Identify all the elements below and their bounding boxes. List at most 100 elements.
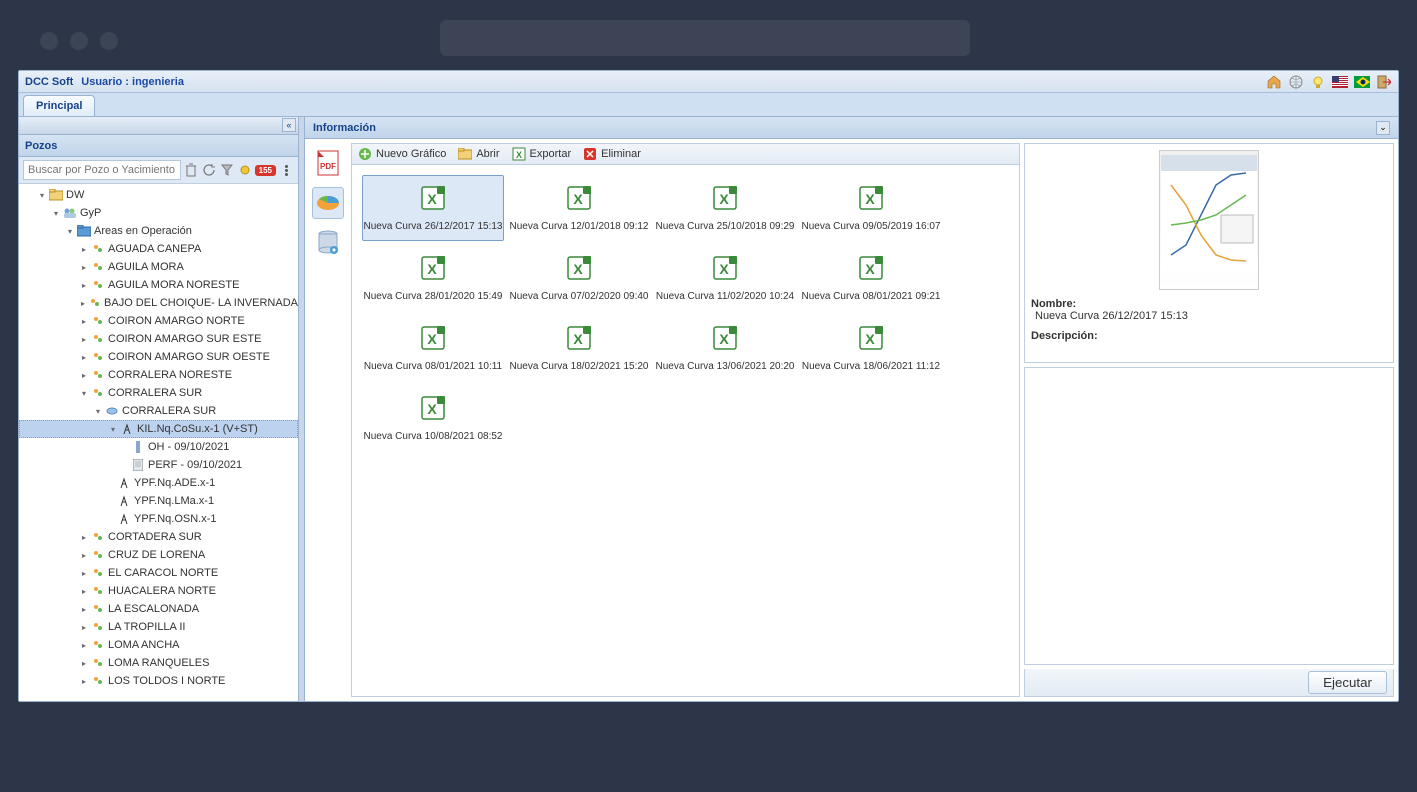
sidebar: « Pozos 155 ▾DW ▾GyP — [19, 117, 299, 701]
tree-label: AGUADA CANEPA — [108, 243, 201, 255]
descripcion-label: Descripción: — [1031, 330, 1387, 342]
file-label: Nueva Curva 10/08/2021 08:52 — [364, 431, 503, 442]
tree-well[interactable]: YPF.Nq.OSN.x-1 — [19, 510, 298, 528]
db-tool-button[interactable] — [312, 227, 344, 259]
tree-area-item[interactable]: ▸CRUZ DE LORENA — [19, 546, 298, 564]
tree-oh[interactable]: OH - 09/10/2021 — [19, 438, 298, 456]
file-item[interactable]: XNueva Curva 12/01/2018 09:12 — [508, 175, 650, 241]
tree-area-item[interactable]: ▸AGUADA CANEPA — [19, 240, 298, 258]
tree-area-item[interactable]: ▸LOMA ANCHA — [19, 636, 298, 654]
open-button[interactable]: Abrir — [458, 148, 499, 160]
area-icon — [91, 602, 105, 616]
tree-area-item[interactable]: ▸LOMA RANQUELES — [19, 654, 298, 672]
tab-bar: Principal — [19, 93, 1398, 117]
file-item[interactable]: XNueva Curva 08/01/2021 09:21 — [800, 245, 942, 311]
tree[interactable]: ▾ DW ▾GyP ▾Areas en Operación ▸AGUADA CAN… — [19, 184, 298, 701]
svg-text:X: X — [865, 191, 875, 207]
delete-button[interactable]: Eliminar — [583, 147, 641, 161]
more-icon[interactable] — [278, 162, 294, 178]
file-item[interactable]: X Nueva Curva 07/02/2020 09:40 — [508, 245, 650, 311]
tree-area-item[interactable]: ▸LA ESCALONADA — [19, 600, 298, 618]
tree-area-item[interactable]: ▸COIRON AMARGO SUR OESTE — [19, 348, 298, 366]
excel-icon: X — [419, 184, 447, 215]
flag-br-icon[interactable] — [1354, 74, 1370, 90]
tree-area-item[interactable]: ▾CORRALERA SUR — [19, 384, 298, 402]
tree-gyp[interactable]: ▾GyP — [19, 204, 298, 222]
expander-icon[interactable]: ▾ — [37, 190, 47, 200]
tree-perf[interactable]: PERF - 09/10/2021 — [19, 456, 298, 474]
excel-icon: X — [419, 324, 447, 355]
tree-area-item[interactable]: ▸CORTADERA SUR — [19, 528, 298, 546]
svg-text:X: X — [573, 261, 583, 277]
filter-icon[interactable] — [219, 162, 235, 178]
tree-area-item[interactable]: ▸CORRALERA NORESTE — [19, 366, 298, 384]
dot-icon[interactable] — [237, 162, 253, 178]
tree-root[interactable]: ▾ DW — [19, 186, 298, 204]
file-item[interactable]: XNueva Curva 18/02/2021 15:20 — [508, 315, 650, 381]
tree-area-item[interactable]: ▸HUACALERA NORTE — [19, 582, 298, 600]
file-label: Nueva Curva 18/06/2021 11:12 — [802, 361, 940, 372]
search-input[interactable] — [23, 160, 181, 180]
tree-label: BAJO DEL CHOIQUE- LA INVERNADA — [104, 297, 298, 309]
exit-icon[interactable] — [1376, 74, 1392, 90]
trash-icon[interactable] — [183, 162, 199, 178]
area-icon — [91, 332, 105, 346]
file-item[interactable]: XNueva Curva 10/08/2021 08:52 — [362, 385, 504, 451]
excel-icon: X — [857, 254, 885, 285]
area-icon — [91, 638, 105, 652]
excel-icon: X — [711, 184, 739, 215]
tree-area-item[interactable]: ▸BAJO DEL CHOIQUE- LA INVERNADA — [19, 294, 298, 312]
home-icon[interactable] — [1266, 74, 1282, 90]
svg-text:X: X — [719, 191, 729, 207]
collapse-sidebar-button[interactable]: « — [282, 118, 296, 132]
tree-well[interactable]: YPF.Nq.ADE.x-1 — [19, 474, 298, 492]
area-icon — [91, 620, 105, 634]
tree-area-item[interactable]: ▸AGUILA MORA NORESTE — [19, 276, 298, 294]
excel-icon: X — [857, 324, 885, 355]
chart-tool-button[interactable] — [312, 187, 344, 219]
area-icon — [89, 296, 101, 310]
globe-icon[interactable] — [1288, 74, 1304, 90]
area-icon — [91, 656, 105, 670]
tree-area-item[interactable]: ▸AGUILA MORA — [19, 258, 298, 276]
tree-well[interactable]: YPF.Nq.LMa.x-1 — [19, 492, 298, 510]
tree-area-item[interactable]: ▸LA TROPILLA II — [19, 618, 298, 636]
tree-label: KIL.Nq.CoSu.x-1 (V+ST) — [137, 423, 258, 435]
area-icon — [91, 530, 105, 544]
tree-area-item[interactable]: ▸EL CARACOL NORTE — [19, 564, 298, 582]
file-item[interactable]: XNueva Curva 25/10/2018 09:29 — [654, 175, 796, 241]
bulb-icon[interactable] — [1310, 74, 1326, 90]
tree-label: LOMA ANCHA — [108, 639, 180, 651]
area-icon — [91, 314, 105, 328]
file-label: Nueva Curva 13/06/2021 20:20 — [656, 361, 795, 372]
file-item[interactable]: XNueva Curva 26/12/2017 15:13 — [362, 175, 504, 241]
file-item[interactable]: X Nueva Curva 18/06/2021 11:12 — [800, 315, 942, 381]
tree-area-item[interactable]: ▸LOS TOLDOS I NORTE — [19, 672, 298, 690]
area-icon — [91, 242, 105, 256]
file-item[interactable]: XNueva Curva 13/06/2021 20:20 — [654, 315, 796, 381]
well-icon — [117, 494, 131, 508]
expand-button[interactable]: ⌄ — [1376, 121, 1390, 135]
group-icon — [63, 206, 77, 220]
tree-areas[interactable]: ▾Areas en Operación — [19, 222, 298, 240]
file-item[interactable]: XNueva Curva 09/05/2019 16:07 — [800, 175, 942, 241]
file-item[interactable]: XNueva Curva 08/01/2021 10:11 — [362, 315, 504, 381]
flag-us-icon[interactable] — [1332, 74, 1348, 90]
refresh-icon[interactable] — [201, 162, 217, 178]
execute-button[interactable]: Ejecutar — [1308, 671, 1387, 694]
file-label: Nueva Curva 12/01/2018 09:12 — [510, 221, 649, 232]
file-item[interactable]: XNueva Curva 28/01/2020 15:49 — [362, 245, 504, 311]
tree-corralera-sub[interactable]: ▾CORRALERA SUR — [19, 402, 298, 420]
tree-area-item[interactable]: ▸COIRON AMARGO SUR ESTE — [19, 330, 298, 348]
tree-area-item[interactable]: ▸COIRON AMARGO NORTE — [19, 312, 298, 330]
export-button[interactable]: XExportar — [512, 147, 572, 161]
file-item[interactable]: XNueva Curva 11/02/2020 10:24 — [654, 245, 796, 311]
file-label: Nueva Curva 07/02/2020 09:40 — [510, 291, 649, 302]
tree-label: OH - 09/10/2021 — [148, 441, 229, 453]
new-chart-button[interactable]: Nuevo Gráfico — [358, 147, 446, 161]
pdf-tool-button[interactable]: PDF — [312, 147, 344, 179]
tab-principal[interactable]: Principal — [23, 95, 95, 116]
doc-icon — [131, 458, 145, 472]
tree-well-selected[interactable]: ▾KIL.Nq.CoSu.x-1 (V+ST) — [19, 420, 298, 438]
tree-label: DW — [66, 189, 84, 201]
